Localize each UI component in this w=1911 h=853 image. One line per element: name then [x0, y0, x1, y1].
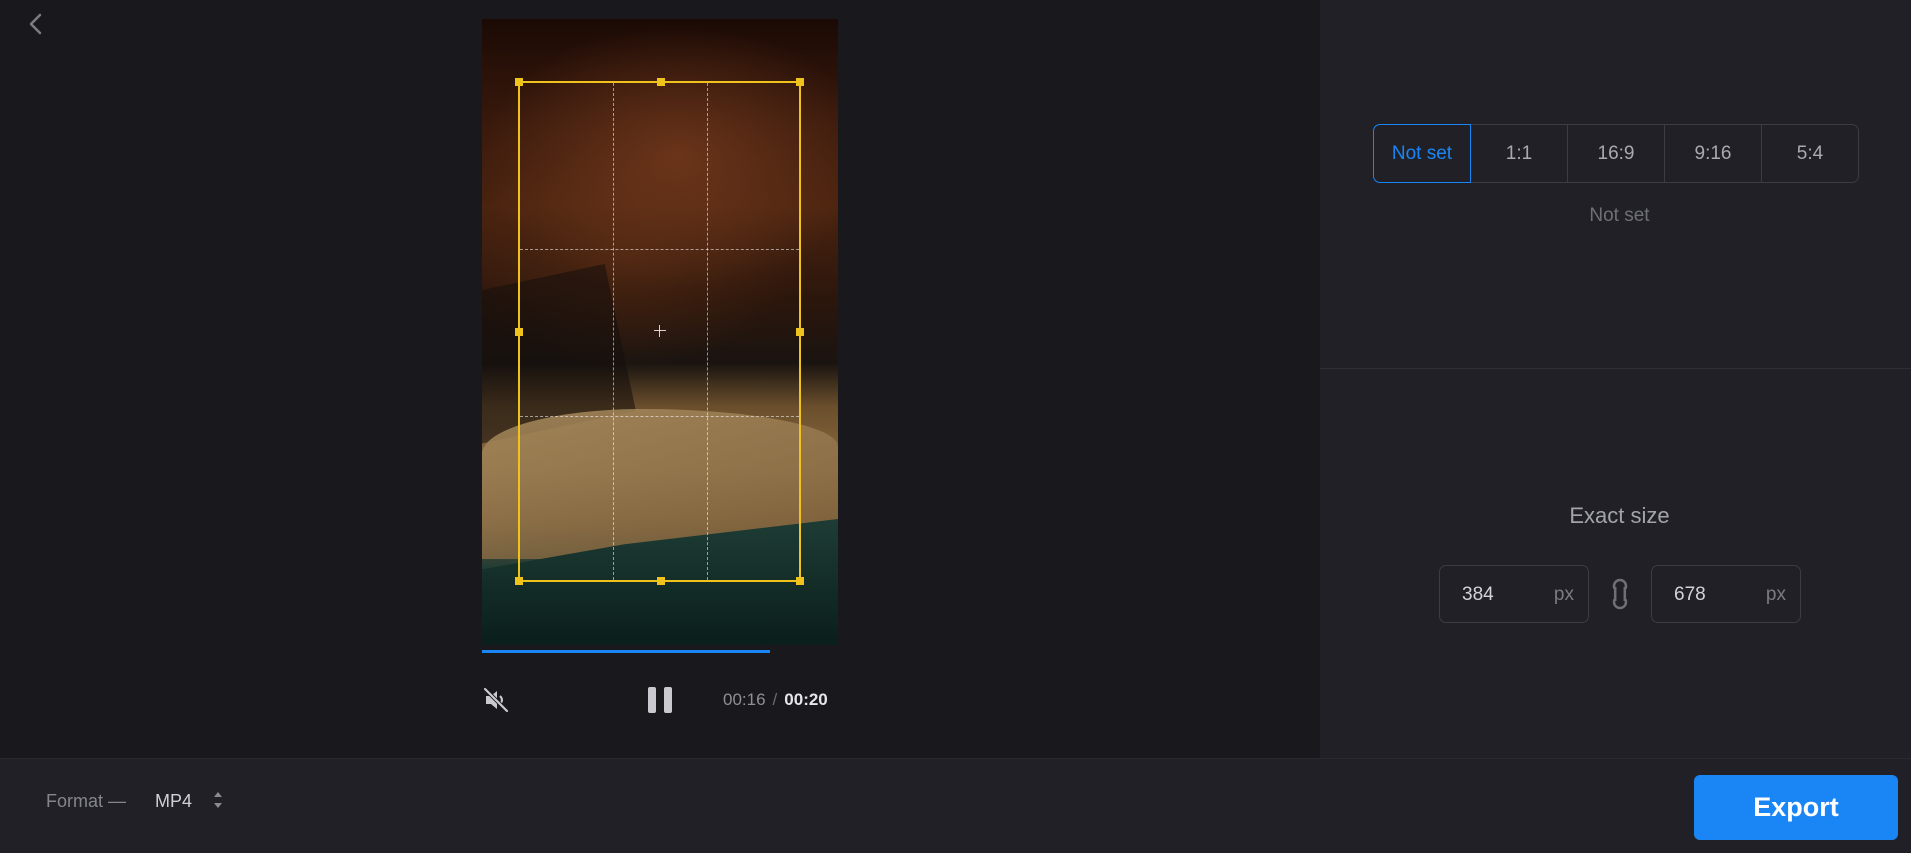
- exact-size-title: Exact size: [1569, 503, 1670, 528]
- playback-progress-fill: [482, 650, 771, 653]
- current-time: 00:16: [723, 690, 766, 709]
- ratio-option-16-9[interactable]: 16:9: [1567, 124, 1665, 183]
- crop-handle-top[interactable]: [657, 78, 665, 86]
- crop-handle-top-right[interactable]: [796, 78, 804, 86]
- exact-size-panel: [1320, 369, 1911, 758]
- editor-canvas: 00:16 / 00:20: [0, 0, 1320, 758]
- format-stepper-icon[interactable]: [210, 787, 226, 813]
- pause-icon: [664, 687, 672, 713]
- crop-handle-top-left[interactable]: [515, 78, 523, 86]
- aspect-ratio-selector: Not set 1:1 16:9 9:16 5:4: [1373, 124, 1859, 183]
- ratio-option-9-16[interactable]: 9:16: [1664, 124, 1762, 183]
- format-select[interactable]: MP4: [155, 791, 192, 812]
- ratio-option-not-set[interactable]: Not set: [1373, 124, 1471, 183]
- height-input[interactable]: [1672, 566, 1756, 624]
- pause-icon: [648, 687, 656, 713]
- export-button[interactable]: Export: [1694, 775, 1898, 840]
- crop-frame[interactable]: [515, 78, 804, 585]
- aspect-ratio-panel: [1320, 0, 1911, 368]
- width-input[interactable]: [1460, 566, 1544, 624]
- link-icon[interactable]: [1609, 577, 1631, 611]
- playback-progress[interactable]: [482, 650, 838, 653]
- ratio-option-1-1[interactable]: 1:1: [1470, 124, 1568, 183]
- crop-handle-bottom-left[interactable]: [515, 577, 523, 585]
- crop-grid-line: [520, 249, 799, 250]
- crop-handle-left[interactable]: [515, 328, 523, 336]
- time-display: 00:16 / 00:20: [723, 690, 828, 710]
- crop-center-crosshair-icon: [654, 325, 666, 337]
- ratio-option-5-4[interactable]: 5:4: [1761, 124, 1859, 183]
- crop-grid-line: [707, 83, 708, 580]
- width-unit: px: [1553, 584, 1574, 605]
- crop-grid-line: [613, 83, 614, 580]
- total-time: 00:20: [784, 690, 828, 709]
- height-field: px: [1651, 565, 1801, 624]
- time-separator: /: [772, 690, 778, 709]
- height-unit: px: [1765, 584, 1786, 605]
- crop-handle-bottom[interactable]: [657, 577, 665, 585]
- chevron-left-icon: [29, 13, 42, 35]
- pause-button[interactable]: [645, 684, 675, 716]
- back-button[interactable]: [22, 10, 50, 38]
- width-field: px: [1439, 565, 1589, 624]
- crop-handle-bottom-right[interactable]: [796, 577, 804, 585]
- format-label: Format —: [46, 791, 127, 811]
- volume-muted-icon: [483, 687, 509, 713]
- crop-grid-line: [520, 416, 799, 417]
- bottom-toolbar: Format — MP4 Export: [0, 758, 1911, 853]
- crop-handle-right[interactable]: [796, 328, 804, 336]
- aspect-ratio-status: Not set: [1589, 205, 1650, 226]
- mute-button[interactable]: [480, 684, 512, 716]
